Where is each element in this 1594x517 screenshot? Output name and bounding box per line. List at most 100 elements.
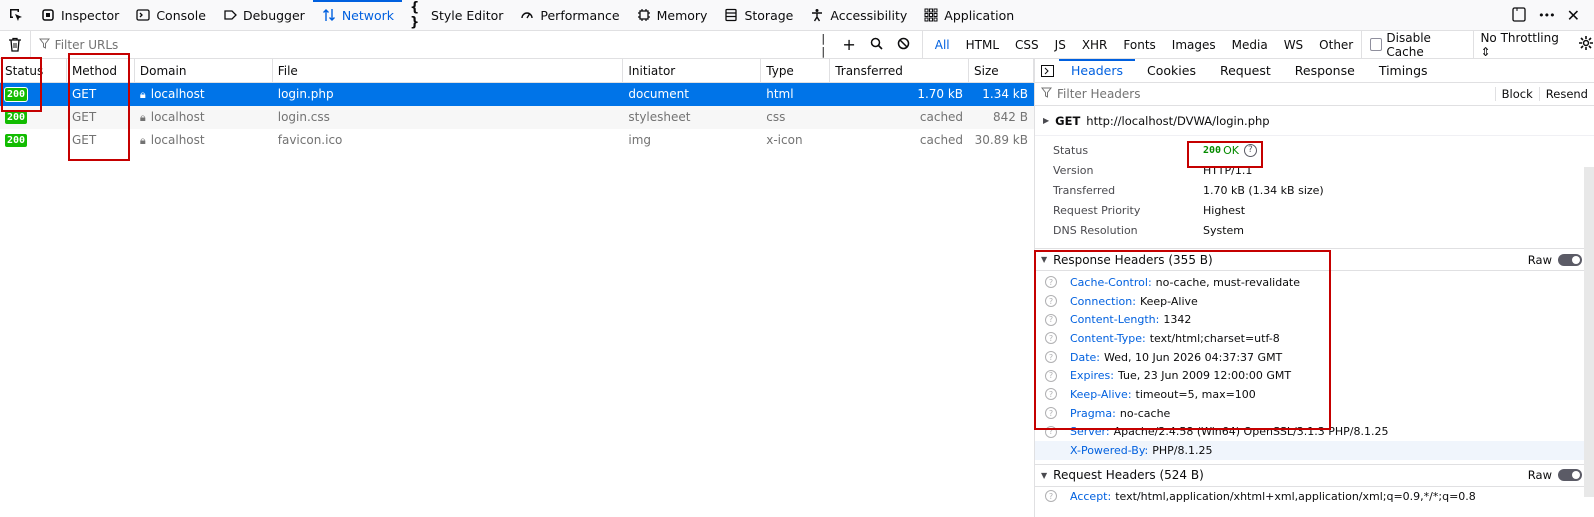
header-value: PHP/8.1.25 [1152,444,1213,458]
column-header-initiator[interactable]: Initiator [623,59,762,83]
filter-type-all[interactable]: All [927,36,958,54]
block-button[interactable]: Block [1494,87,1539,101]
style-editor-icon: { } [410,0,420,30]
add-icon[interactable]: + [842,35,855,54]
toggle-switch[interactable] [1558,469,1582,482]
tab-label: Inspector [61,7,120,23]
domain-text: localhost [150,87,205,101]
request-url: http://localhost/DVWA/login.php [1086,113,1270,128]
tab-network[interactable]: Network [312,0,403,31]
filter-headers-input[interactable]: Filter Headers Block Resend [1035,83,1594,106]
tab-storage[interactable]: Storage [715,0,801,31]
filter-urls-input[interactable]: Filter URLs [29,30,810,59]
header-name: X-Powered-By: [1070,444,1149,458]
filter-type-images[interactable]: Images [1164,36,1224,54]
debugger-icon [222,7,238,23]
tab-response[interactable]: Response [1283,59,1367,83]
tab-timings[interactable]: Timings [1367,59,1440,83]
table-row[interactable]: 200 GET 🔒︎ localhost login.php document h… [0,83,1034,106]
column-header-domain[interactable]: Domain [135,59,273,83]
transferred-label: Transferred [1053,183,1116,197]
tab-memory[interactable]: Memory [628,0,716,31]
annotation-box-status-column [1,57,42,112]
filter-type-html[interactable]: HTML [958,36,1007,54]
request-headers-section[interactable]: ▼ Request Headers (524 B) Raw [1035,463,1594,487]
file-cell: login.css [277,110,330,124]
expand-arrow-icon: ▶ [1043,116,1050,125]
filter-type-fonts[interactable]: Fonts [1115,36,1163,54]
priority-label: Request Priority [1053,203,1141,217]
tab-debugger[interactable]: Debugger [214,0,313,31]
resend-button[interactable]: Resend [1538,87,1594,101]
pause-icon[interactable]: | | [821,32,828,58]
filter-type-ws[interactable]: WS [1276,36,1311,54]
network-filter-bar: Filter URLs | | + All HTML CSS JS XHR Fo… [0,30,1594,59]
tab-label: Application [944,7,1015,23]
raw-label: Raw [1527,468,1552,483]
dock-side-icon[interactable] [1512,6,1526,25]
tab-style-editor[interactable]: { } Style Editor [402,0,511,31]
column-header-file[interactable]: File [273,59,624,83]
tab-label: Memory [656,7,708,23]
request-url-line[interactable]: ▶ GET http://localhost/DVWA/login.php [1035,106,1594,136]
table-row[interactable]: 200 GET 🔒︎ localhost login.css stylesheet… [0,106,1034,129]
clear-button[interactable] [0,37,30,52]
help-icon[interactable]: ? [1045,490,1057,503]
column-header-transferred[interactable]: Transferred [830,59,970,83]
tab-request[interactable]: Request [1208,59,1283,83]
request-method: GET [1055,113,1081,128]
request-list: Status Method Domain File Initiator Type… [0,59,1035,517]
tab-performance[interactable]: Performance [511,0,627,31]
tab-headers[interactable]: Headers [1059,58,1136,83]
disable-cache-checkbox[interactable]: Disable Cache [1361,30,1473,59]
type-cell: css [766,110,786,124]
file-cell: favicon.ico [277,133,343,147]
header-row[interactable]: ? Accept: text/html,application/xhtml+xml,… [1035,487,1594,506]
filter-type-css[interactable]: CSS [1007,36,1047,54]
tab-label: Style Editor [431,7,504,23]
trash-icon [8,37,21,52]
header-value: text/html,application/xhtml+xml,applicat… [1115,489,1476,503]
close-icon[interactable]: ✕ [1567,6,1580,25]
annotation-box-response-headers [1034,250,1331,430]
lock-icon: 🔒︎ [139,134,146,147]
filter-type-xhr[interactable]: XHR [1074,36,1116,54]
tab-inspector[interactable]: Inspector [32,0,127,31]
toggle-sidebar-icon[interactable] [1035,64,1059,77]
block-icon[interactable] [897,37,910,53]
tab-console[interactable]: Console [127,0,214,31]
settings-gear-icon[interactable] [1578,35,1594,54]
performance-icon [519,7,535,23]
search-icon[interactable] [870,37,883,53]
filter-type-js[interactable]: JS [1047,36,1074,54]
domain-text: localhost [150,110,205,124]
filter-type-media[interactable]: Media [1224,36,1276,54]
toggle-switch[interactable] [1558,253,1582,266]
tab-application[interactable]: Application [915,0,1022,31]
column-header-size[interactable]: Size [969,59,1034,83]
filter-type-other[interactable]: Other [1311,36,1361,54]
element-picker-icon [10,9,22,21]
column-header-type[interactable]: Type [761,59,831,83]
scrollbar[interactable] [1584,167,1594,497]
throttling-select[interactable]: No Throttling ⇕ [1473,30,1572,59]
tab-accessibility[interactable]: Accessibility [801,0,915,31]
priority-value: Highest [1203,203,1246,217]
network-icon [321,7,337,23]
annotation-box-method-column [68,53,130,161]
header-row[interactable]: ?X-Powered-By:PHP/8.1.25 [1035,441,1594,460]
tab-label: Network [341,7,395,23]
accessibility-icon [809,7,825,23]
lock-icon: 🔒︎ [139,111,146,124]
table-row[interactable]: 200 GET 🔒︎ localhost favicon.ico img x-ic… [0,129,1034,152]
collapse-arrow-icon: ▼ [1041,470,1048,480]
tab-label: Debugger [242,7,305,23]
more-options-icon[interactable]: ••• [1538,9,1555,22]
size-cell: 30.89 kB [974,133,1028,147]
raw-label: Raw [1527,252,1552,267]
tab-cookies[interactable]: Cookies [1135,59,1208,83]
checkbox-box[interactable] [1370,38,1383,51]
element-picker-button[interactable] [0,0,32,31]
domain-cell: 🔒︎ localhost [135,129,273,152]
details-tabs: Headers Cookies Request Response Timings [1035,58,1594,83]
